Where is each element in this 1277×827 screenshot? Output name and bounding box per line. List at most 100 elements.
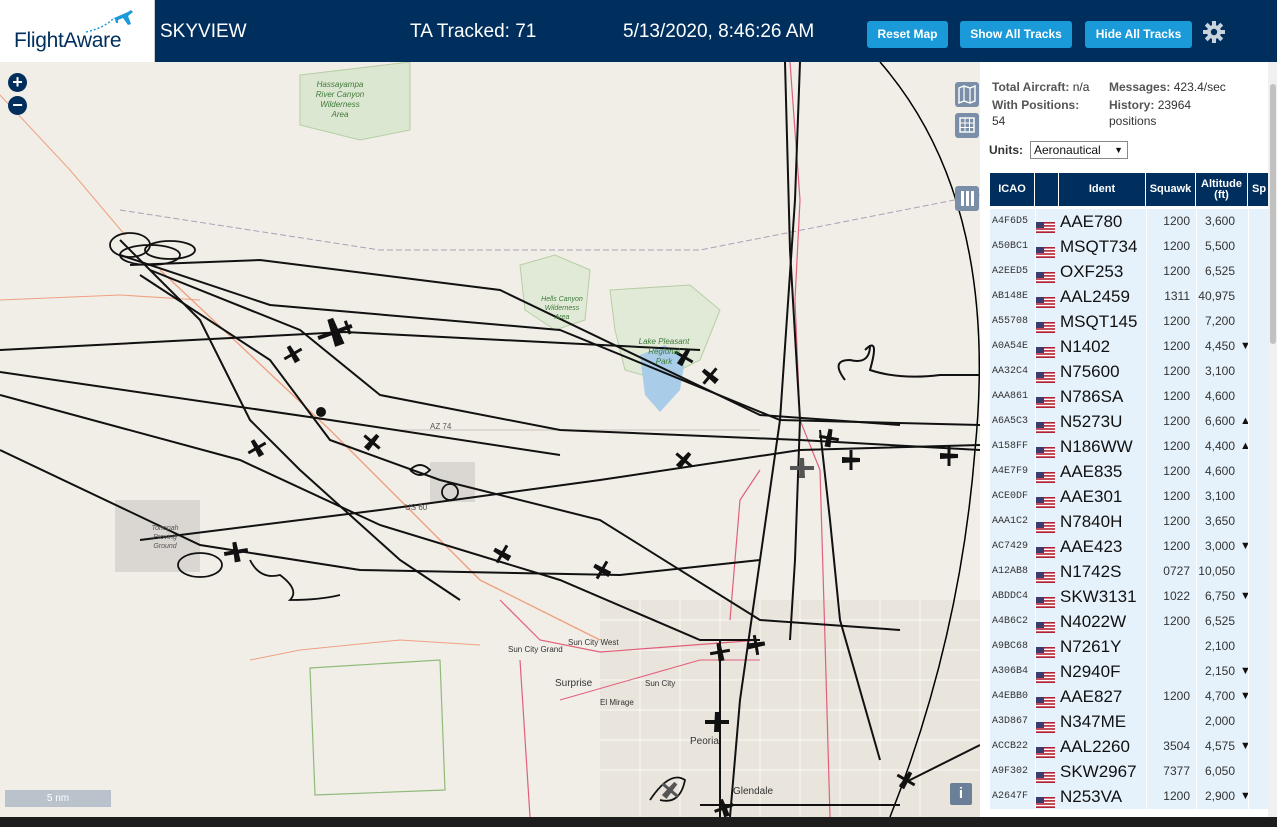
hide-all-tracks-button[interactable]: Hide All Tracks: [1085, 21, 1192, 48]
show-all-tracks-button[interactable]: Show All Tracks: [960, 21, 1072, 48]
row-icao: A4F6D5: [992, 216, 1029, 227]
cell-divider: [1248, 234, 1249, 259]
units-select[interactable]: Aeronautical ▼: [1030, 141, 1128, 159]
chevron-down-icon: ▼: [1114, 145, 1123, 155]
park-outline: [309, 659, 446, 796]
table-row[interactable]: A4E7F9 AAE835 1200 4,600: [990, 459, 1277, 484]
col-flag[interactable]: [1035, 173, 1059, 206]
table-row[interactable]: A6A5C3 N5273U 1200 6,600 ▲: [990, 409, 1277, 434]
row-squawk: 1200: [1163, 264, 1190, 278]
us-flag-icon: [1036, 691, 1055, 708]
cell-divider: [1196, 309, 1197, 334]
table-row[interactable]: A3D867 N347ME 2,000: [990, 709, 1277, 734]
col-squawk[interactable]: Squawk: [1146, 173, 1196, 206]
cell-divider: [1146, 234, 1147, 259]
us-flag-icon: [1036, 541, 1055, 558]
table-row[interactable]: A306B4 N2940F 2,150 ▼: [990, 659, 1277, 684]
col-altitude[interactable]: Altitude (ft): [1196, 173, 1248, 206]
row-squawk: 1200: [1163, 514, 1190, 528]
table-row[interactable]: A2EED5 OXF253 1200 6,525: [990, 259, 1277, 284]
row-ident: OXF253: [1060, 262, 1124, 281]
cell-divider: [1196, 209, 1197, 234]
col-icao[interactable]: ICAO: [990, 173, 1035, 206]
cell-divider: [1035, 759, 1036, 784]
row-ident: N7261Y: [1060, 637, 1122, 656]
cell-divider: [1248, 659, 1249, 684]
table-row[interactable]: ACE0DF AAE301 1200 3,100: [990, 484, 1277, 509]
cell-divider: [1146, 534, 1147, 559]
cell-divider: [1035, 434, 1036, 459]
table-row[interactable]: A0A54E N1402 1200 4,450 ▼: [990, 334, 1277, 359]
table-row[interactable]: AAA861 N786SA 1200 4,600: [990, 384, 1277, 409]
table-row[interactable]: A2647F N253VA 1200 2,900 ▼: [990, 784, 1277, 809]
gear-icon[interactable]: [1202, 20, 1226, 44]
cell-divider: [1146, 334, 1147, 359]
track-point: [316, 407, 326, 417]
app-title: SKYVIEW: [160, 21, 247, 42]
cell-divider: [1196, 234, 1197, 259]
zoom-out-button[interactable]: −: [8, 96, 27, 115]
table-row[interactable]: A9BC68 N7261Y 2,100: [990, 634, 1277, 659]
map-icon: [958, 84, 976, 105]
cell-divider: [1035, 409, 1036, 434]
cell-divider: [1196, 284, 1197, 309]
us-flag-icon: [1036, 266, 1055, 283]
cell-divider: [1248, 559, 1249, 584]
label-lake-pleasant-1: Lake Pleasant: [639, 337, 690, 346]
history-label: History:: [1109, 98, 1155, 112]
row-icao: A55708: [992, 316, 1029, 327]
col-ident[interactable]: Ident: [1059, 173, 1146, 206]
cell-divider: [1146, 584, 1147, 609]
flightaware-logo[interactable]: FlightAware: [0, 0, 155, 62]
row-squawk: 1022: [1163, 589, 1190, 603]
cell-divider: [1248, 309, 1249, 334]
zoom-in-button[interactable]: +: [8, 73, 27, 92]
table-row[interactable]: A55708 MSQT145 1200 7,200: [990, 309, 1277, 334]
us-flag-icon: [1036, 341, 1055, 358]
cell-divider: [1035, 509, 1036, 534]
table-row[interactable]: A12AB8 N1742S 0727 10,050: [990, 559, 1277, 584]
row-icao: A158FF: [992, 441, 1029, 452]
header-bar: FlightAware SKYVIEW TA Tracked: 71 5/13/…: [0, 0, 1277, 62]
table-row[interactable]: A4B6C2 N4022W 1200 6,525: [990, 609, 1277, 634]
info-button[interactable]: i: [950, 783, 972, 805]
table-row[interactable]: A9F302 SKW2967 7377 6,050: [990, 759, 1277, 784]
scrollbar-thumb[interactable]: [1270, 84, 1276, 344]
cell-divider: [1146, 434, 1147, 459]
reset-map-button[interactable]: Reset Map: [867, 21, 948, 48]
row-ident: N7840H: [1060, 512, 1123, 531]
with-positions-label: With Positions:: [992, 98, 1080, 112]
table-row[interactable]: AC7429 AAE423 1200 3,000 ▼: [990, 534, 1277, 559]
map-layers-button[interactable]: [955, 82, 979, 107]
cell-divider: [1248, 534, 1249, 559]
cell-divider: [1196, 759, 1197, 784]
table-row[interactable]: A4EBB0 AAE827 1200 4,700 ▼: [990, 684, 1277, 709]
map-view[interactable]: Hassayampa River Canyon Wilderness Area …: [0, 62, 980, 817]
grid-toggle-button[interactable]: [955, 113, 979, 138]
cell-divider: [1035, 209, 1036, 234]
us-flag-icon: [1036, 441, 1055, 458]
sidebar-toggle-button[interactable]: [955, 186, 979, 211]
table-row[interactable]: A158FF N186WW 1200 4,400 ▲: [990, 434, 1277, 459]
table-row[interactable]: A50BC1 MSQT734 1200 5,500: [990, 234, 1277, 259]
row-squawk: 1200: [1163, 414, 1190, 428]
row-altitude-trend: ▲: [1240, 415, 1251, 427]
cell-divider: [1146, 259, 1147, 284]
table-row[interactable]: A4F6D5 AAE780 1200 3,600: [990, 209, 1277, 234]
table-row[interactable]: AA32C4 N75600 1200 3,100: [990, 359, 1277, 384]
row-icao: AC7429: [992, 541, 1029, 552]
table-row[interactable]: ABDDC4 SKW3131 1022 6,750 ▼: [990, 584, 1277, 609]
row-ident: MSQT145: [1060, 312, 1138, 331]
row-squawk: 1200: [1163, 614, 1190, 628]
us-flag-icon: [1036, 491, 1055, 508]
row-altitude-trend: ▲: [1240, 440, 1251, 452]
row-squawk: 0727: [1163, 564, 1190, 578]
cell-divider: [1035, 609, 1036, 634]
table-row[interactable]: ACCB22 AAL2260 3504 4,575 ▼: [990, 734, 1277, 759]
table-row[interactable]: AAA1C2 N7840H 1200 3,650: [990, 509, 1277, 534]
row-squawk: [1150, 659, 1190, 684]
row-altitude-trend: ▼: [1240, 690, 1251, 702]
cell-divider: [1035, 534, 1036, 559]
table-row[interactable]: AB148E AAL2459 1311 40,975: [990, 284, 1277, 309]
cell-divider: [1196, 459, 1197, 484]
